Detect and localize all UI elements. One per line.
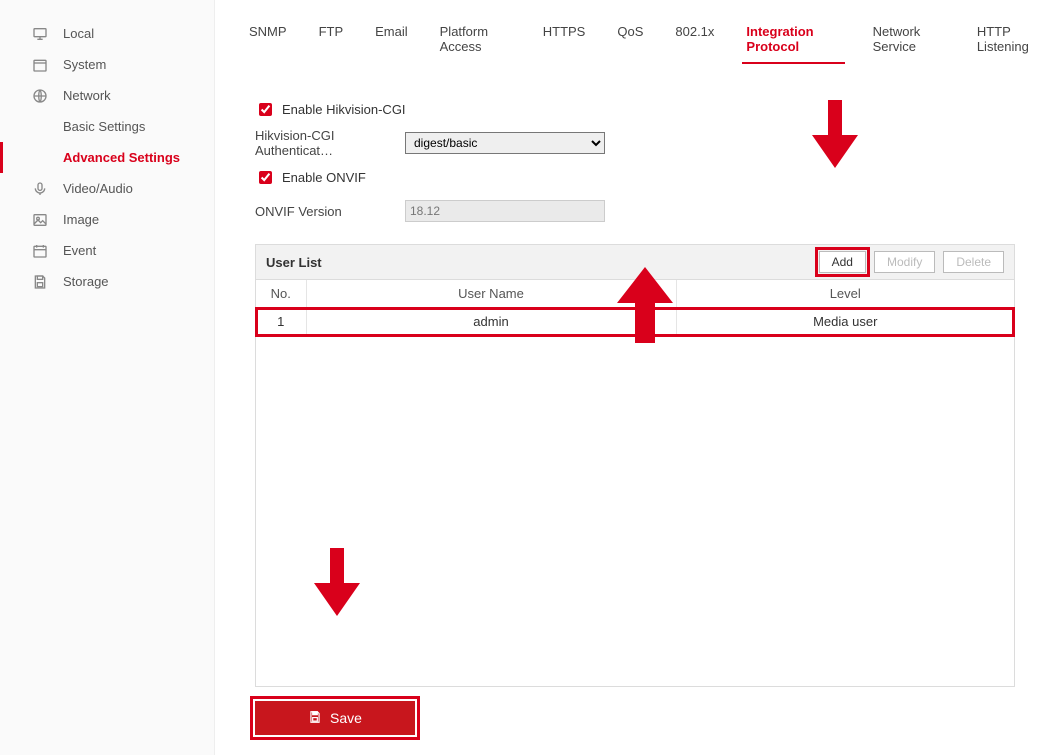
tab-snmp[interactable]: SNMP [245,20,291,64]
cell-no: 1 [256,308,306,336]
tab-ftp[interactable]: FTP [315,20,348,64]
col-no: No. [256,280,306,308]
nav-label: Event [63,243,96,258]
tab-email[interactable]: Email [371,20,412,64]
enable-onvif-label: Enable ONVIF [282,170,366,185]
nav-basic-settings[interactable]: Basic Settings [0,111,214,142]
nav-label: Network [63,88,111,103]
nav-label: Storage [63,274,109,289]
delete-button[interactable]: Delete [943,251,1004,273]
enable-cgi-label: Enable Hikvision-CGI [282,102,406,117]
nav-label: System [63,57,106,72]
tab-qos[interactable]: QoS [613,20,647,64]
nav-label: Advanced Settings [63,150,180,165]
calendar-icon [31,56,49,74]
nav-advanced-settings[interactable]: Advanced Settings [0,142,214,173]
table-row[interactable]: 1 admin Media user [256,308,1014,336]
col-user: User Name [306,280,676,308]
tab-network-service[interactable]: Network Service [869,20,949,64]
nav-label: Local [63,26,94,41]
col-level: Level [676,280,1014,308]
cell-level: Media user [676,308,1014,336]
modify-button[interactable]: Modify [874,251,935,273]
tabs: SNMP FTP Email Platform Access HTTPS QoS… [245,20,1049,72]
mic-icon [31,180,49,198]
add-button[interactable]: Add [819,251,866,273]
onvif-version-label: ONVIF Version [255,204,405,219]
content-area: SNMP FTP Email Platform Access HTTPS QoS… [215,0,1049,755]
user-list-panel: User List Add Modify Delete No. User Nam… [255,244,1015,687]
save-button[interactable]: Save [255,701,415,735]
save-icon [31,273,49,291]
enable-cgi-checkbox[interactable] [259,103,272,116]
globe-icon [31,87,49,105]
event-icon [31,242,49,260]
image-icon [31,211,49,229]
user-table: No. User Name Level 1 admin Media user [256,280,1014,336]
onvif-version-value: 18.12 [405,200,605,222]
nav-local[interactable]: Local [0,18,214,49]
sidebar: Local System Network Basic Settings Adva… [0,0,215,755]
nav-label: Video/Audio [63,181,133,196]
enable-onvif-checkbox[interactable] [259,171,272,184]
nav-image[interactable]: Image [0,204,214,235]
tab-8021x[interactable]: 802.1x [671,20,718,64]
nav-event[interactable]: Event [0,235,214,266]
nav-network[interactable]: Network [0,80,214,111]
save-disk-icon [308,710,322,727]
auth-select[interactable]: digest/basic [405,132,605,154]
nav-video-audio[interactable]: Video/Audio [0,173,214,204]
tab-platform-access[interactable]: Platform Access [436,20,515,64]
tab-integration-protocol[interactable]: Integration Protocol [742,20,844,64]
tab-https[interactable]: HTTPS [539,20,590,64]
nav-storage[interactable]: Storage [0,266,214,297]
auth-label: Hikvision-CGI Authenticat… [255,128,405,158]
cell-user: admin [306,308,676,336]
save-label: Save [330,710,362,726]
nav-system[interactable]: System [0,49,214,80]
user-list-title: User List [266,255,322,270]
tab-http-listening[interactable]: HTTP Listening [973,20,1049,64]
monitor-icon [31,25,49,43]
nav-label: Basic Settings [63,119,145,134]
nav-label: Image [63,212,99,227]
